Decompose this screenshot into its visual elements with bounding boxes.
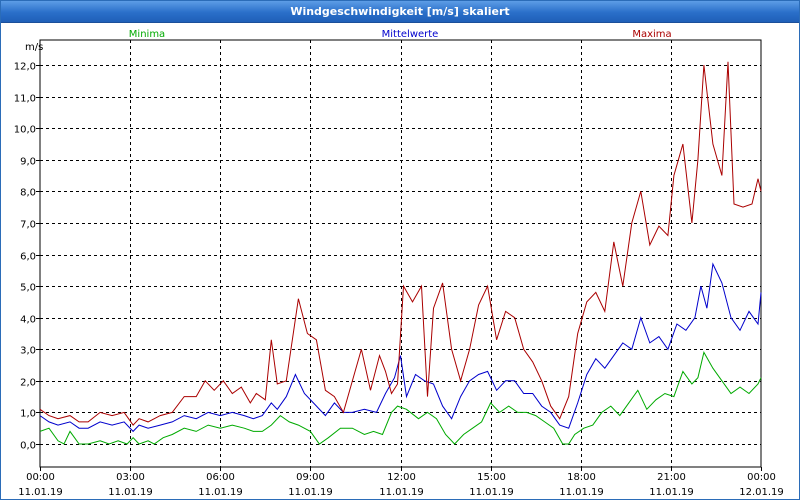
- y-tick-label: 7,0: [20, 220, 36, 231]
- x-tick-time-label: 12:00: [387, 472, 416, 483]
- x-tick-time-label: 03:00: [116, 472, 145, 483]
- y-tick-label: 12,0: [14, 62, 36, 73]
- x-tick-time-label: 09:00: [296, 472, 325, 483]
- x-tick-time-label: 21:00: [657, 472, 686, 483]
- y-tick-label: 8,0: [20, 188, 36, 199]
- x-tick-date-label: 11.01.19: [649, 487, 694, 498]
- y-tick-label: 6,0: [20, 252, 36, 263]
- y-tick-label: 4,0: [20, 315, 36, 326]
- x-tick-time-label: 18:00: [567, 472, 596, 483]
- x-tick-date-label: 11.01.19: [108, 487, 153, 498]
- y-tick-label: 2,0: [20, 378, 36, 389]
- x-tick-date-label: 12.01.19: [739, 487, 784, 498]
- x-tick-date-label: 11.01.19: [559, 487, 604, 498]
- x-tick-time-label: 15:00: [477, 472, 506, 483]
- y-tick-label: 10,0: [14, 125, 36, 136]
- x-tick-date-label: 11.01.19: [18, 487, 63, 498]
- legend-label-mittelwerte: Mittelwerte: [382, 29, 439, 40]
- y-tick-label: 9,0: [20, 157, 36, 168]
- window-title: Windgeschwindigkeit [m/s] skaliert: [1, 1, 799, 23]
- x-tick-date-label: 11.01.19: [198, 487, 243, 498]
- x-tick-date-label: 11.01.19: [379, 487, 424, 498]
- legend-label-minima: Minima: [129, 29, 165, 40]
- y-tick-label: 3,0: [20, 346, 36, 357]
- x-tick-time-label: 06:00: [206, 472, 235, 483]
- y-axis-unit-label: m/s: [25, 42, 43, 53]
- y-tick-label: 11,0: [14, 94, 36, 105]
- y-tick-label: 5,0: [20, 283, 36, 294]
- x-tick-time-label: 00:00: [747, 472, 776, 483]
- x-tick-date-label: 11.01.19: [288, 487, 333, 498]
- x-tick-date-label: 11.01.19: [469, 487, 514, 498]
- chart-window: Windgeschwindigkeit [m/s] skaliert 0,0 1,…: [0, 0, 800, 500]
- legend-label-maxima: Maxima: [632, 29, 671, 40]
- y-tick-label: 1,0: [20, 409, 36, 420]
- wind-speed-chart: 0,0 1,0 2,0 3,0 4,0 5,0 6,0 7,0 8,0 9,0 10,0 11,0 12…: [14, 29, 784, 498]
- x-tick-time-label: 00:00: [26, 472, 55, 483]
- y-tick-label: 0,0: [20, 441, 36, 452]
